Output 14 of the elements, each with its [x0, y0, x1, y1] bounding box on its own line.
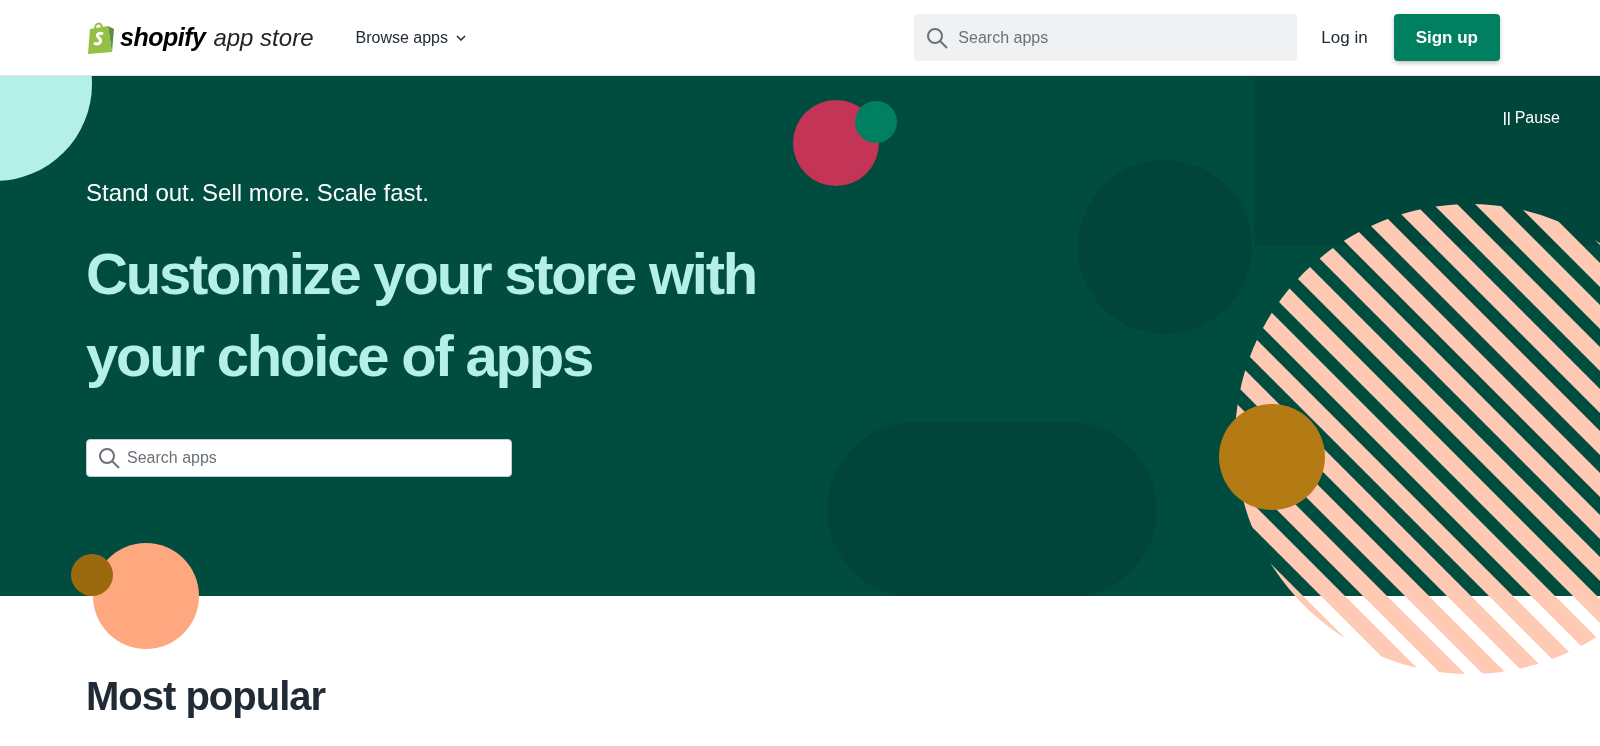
section-heading: Most popular: [86, 673, 327, 720]
logo-subtitle[interactable]: app store: [213, 19, 314, 56]
pause-button[interactable]: Pause: [1498, 104, 1564, 132]
hero-search-field[interactable]: Search apps: [86, 439, 512, 477]
hero-tagline: Stand out. Sell more. Scale fast.: [86, 178, 430, 208]
chevron-down-icon: [456, 34, 466, 41]
search-field[interactable]: Search apps: [914, 14, 1298, 61]
browse-apps-menu[interactable]: Browse apps: [349, 21, 472, 54]
logo-wordmark[interactable]: shopify: [120, 18, 206, 57]
login-link[interactable]: Log in: [1321, 24, 1368, 51]
pause-icon: [1502, 111, 1511, 125]
hero-headline: Customize your store with your choice of apps: [86, 240, 758, 390]
signup-button[interactable]: Sign up: [1393, 14, 1500, 61]
shopping-bag-logo-icon[interactable]: [86, 20, 116, 55]
